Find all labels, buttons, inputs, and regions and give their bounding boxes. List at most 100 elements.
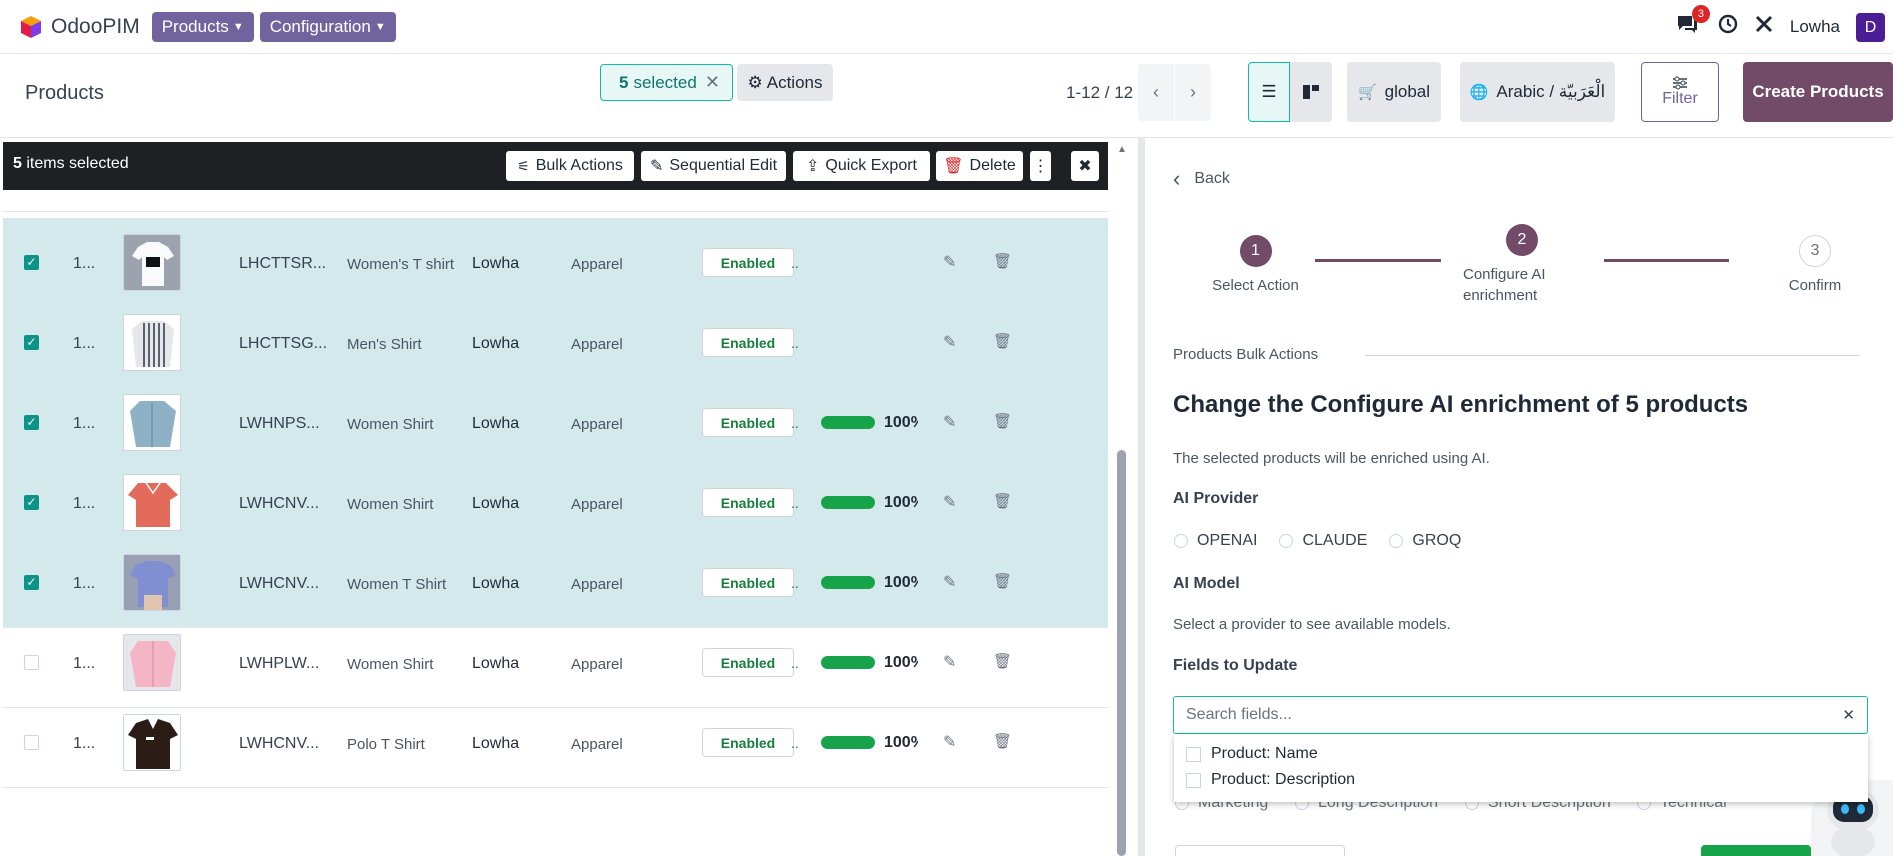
option-checkbox[interactable]	[1186, 772, 1201, 788]
clear-selection-close-icon[interactable]: ✕	[705, 72, 720, 93]
pager-value[interactable]: 1-12 / 12	[1066, 83, 1133, 103]
app-logo[interactable]: OdooPIM	[20, 15, 140, 39]
list-scrollbar[interactable]: ▲	[1115, 138, 1128, 856]
product-image[interactable]	[123, 714, 181, 771]
product-brand: Lowha	[472, 255, 520, 272]
delete-button[interactable]: 🗑 Delete	[936, 151, 1023, 181]
language-button[interactable]: 🌐 Arabic / الْعَرَبيّة	[1460, 62, 1615, 122]
field-option-product-name[interactable]: Product: Name	[1186, 745, 1318, 763]
fields-dropdown: Product: Name Product: Description	[1174, 734, 1868, 802]
table-row[interactable]: ✓ 1... LHCTTSG... Men's Shirt Lowha Apparel En…	[3, 298, 1108, 388]
tools-icon[interactable]	[1754, 14, 1774, 40]
wizard-description: The selected products will be enriched u…	[1173, 450, 1490, 467]
product-image[interactable]	[123, 394, 181, 451]
trash-icon[interactable]: 🗑	[993, 252, 1012, 270]
row-checkbox[interactable]	[24, 655, 39, 670]
row-sequence: 1...	[73, 575, 96, 592]
provider-openai-radio[interactable]: OPENAI	[1174, 532, 1257, 550]
avatar[interactable]: D	[1856, 12, 1885, 42]
row-checkbox[interactable]: ✓	[24, 335, 39, 350]
trash-icon[interactable]: 🗑	[993, 412, 1012, 430]
kanban-view-button[interactable]	[1290, 62, 1332, 122]
bulk-actions-button[interactable]: ⚟ Bulk Actions	[506, 151, 634, 181]
row-checkbox[interactable]: ✓	[24, 255, 39, 270]
radio-circle[interactable]	[1174, 534, 1188, 548]
provider-groq-radio[interactable]: GROQ	[1389, 532, 1461, 550]
scrollbar-thumb[interactable]	[1117, 450, 1126, 856]
edit-icon[interactable]: ✎	[943, 332, 956, 352]
pager-previous-button[interactable]: ‹	[1138, 64, 1174, 121]
scope-button[interactable]: 🛒 global	[1347, 62, 1441, 122]
radio-circle[interactable]	[1279, 534, 1294, 548]
edit-icon[interactable]: ✎	[943, 412, 956, 432]
back-button[interactable]: ‹ Back	[1173, 166, 1230, 192]
table-row[interactable]: 1... LWHPLW... Women Shirt Lowha Apparel Enab…	[3, 618, 1108, 708]
edit-icon[interactable]: ✎	[943, 492, 956, 512]
delete-label: Delete	[969, 157, 1016, 174]
table-row[interactable]: ✓ 1... LWHNPS... Women Shirt Lowha Apparel Ena…	[3, 378, 1108, 468]
menu-configuration[interactable]: Configuration ▼	[259, 11, 396, 42]
edit-icon[interactable]: ✎	[943, 652, 956, 672]
row-checkbox[interactable]	[24, 735, 39, 750]
trash-icon[interactable]: 🗑	[993, 492, 1012, 510]
product-image[interactable]	[123, 474, 181, 531]
trash-icon[interactable]: 🗑	[993, 732, 1012, 750]
list-view-button[interactable]: ☰	[1248, 62, 1290, 122]
menu-products[interactable]: Products ▼	[151, 11, 254, 42]
product-image[interactable]	[123, 634, 181, 691]
row-checkbox[interactable]: ✓	[24, 415, 39, 430]
clock-icon[interactable]	[1718, 14, 1738, 40]
product-image[interactable]	[123, 554, 181, 611]
field-option-product-description[interactable]: Product: Description	[1186, 771, 1355, 789]
trash-icon[interactable]: 🗑	[993, 652, 1012, 670]
edit-icon[interactable]: ✎	[943, 732, 956, 752]
row-checkbox[interactable]: ✓	[24, 495, 39, 510]
user-name[interactable]: Lowha	[1790, 17, 1840, 37]
more-options-button[interactable]: ⋮	[1030, 151, 1051, 181]
edit-icon[interactable]: ✎	[943, 252, 956, 272]
status-badge[interactable]: Enabled	[702, 648, 794, 677]
table-row[interactable]: ✓ 1... LWHCNV... Women T Shirt Lowha Apparel E…	[3, 538, 1108, 628]
product-name: Women Shirt	[347, 496, 434, 513]
status-badge[interactable]: Enabled	[702, 328, 794, 357]
globe-icon: 🌐	[1469, 84, 1489, 101]
status-badge[interactable]: Enabled	[702, 568, 794, 597]
status-badge[interactable]: Enabled	[702, 408, 794, 437]
clear-search-close-icon[interactable]: ✕	[1842, 706, 1855, 724]
product-category: Apparel	[571, 256, 623, 273]
close-bulk-bar-button[interactable]: ✖	[1071, 151, 1099, 181]
status-badge[interactable]: Enabled	[702, 488, 794, 517]
create-products-button[interactable]: Create Products	[1743, 62, 1893, 122]
edit-icon[interactable]: ✎	[943, 572, 956, 592]
actions-button[interactable]: ⚙ Actions	[737, 64, 833, 101]
trash-icon[interactable]: 🗑	[993, 572, 1012, 590]
app-name: OdooPIM	[51, 14, 140, 38]
option-checkbox[interactable]	[1186, 746, 1201, 762]
chat-icon[interactable]: 3	[1676, 5, 1710, 40]
table-row[interactable]: ✓ 1... LWHCNV... Women Shirt Lowha Apparel Ena…	[3, 458, 1108, 548]
product-image[interactable]	[123, 314, 181, 371]
quick-export-button[interactable]: ⇪ Quick Export	[793, 151, 930, 181]
table-row[interactable]: 1... LWHCNV... Polo T Shirt Lowha Apparel Ena…	[3, 698, 1108, 788]
filter-button[interactable]: Filter	[1641, 62, 1719, 122]
fields-search-input[interactable]: Search fields... ✕	[1173, 696, 1868, 734]
provider-claude-radio[interactable]: CLAUDE	[1279, 532, 1367, 550]
status-extra: ..	[791, 655, 799, 671]
status-badge[interactable]: Enabled	[702, 248, 794, 277]
next-button[interactable]	[1701, 845, 1811, 856]
sequential-edit-button[interactable]: ✎ Sequential Edit	[641, 151, 786, 181]
product-image[interactable]	[123, 234, 181, 291]
pane-divider[interactable]	[1138, 138, 1145, 856]
radio-circle[interactable]	[1389, 534, 1404, 548]
status-badge[interactable]: Enabled	[702, 728, 794, 757]
scroll-up-arrow-icon[interactable]: ▲	[1117, 144, 1127, 155]
pager-next-button[interactable]: ›	[1175, 64, 1211, 121]
menu-configuration-label: Configuration	[269, 16, 371, 36]
previous-button[interactable]	[1175, 845, 1345, 856]
trash-icon[interactable]: 🗑	[993, 332, 1012, 350]
product-sku: LHCTTSG...	[239, 335, 328, 352]
product-brand: Lowha	[472, 575, 520, 592]
product-name: Women Shirt	[347, 656, 434, 673]
table-row[interactable]: ✓ 1... LHCTTSR... Women's T shirt Lowha Appar…	[3, 218, 1108, 308]
row-checkbox[interactable]: ✓	[24, 575, 39, 590]
